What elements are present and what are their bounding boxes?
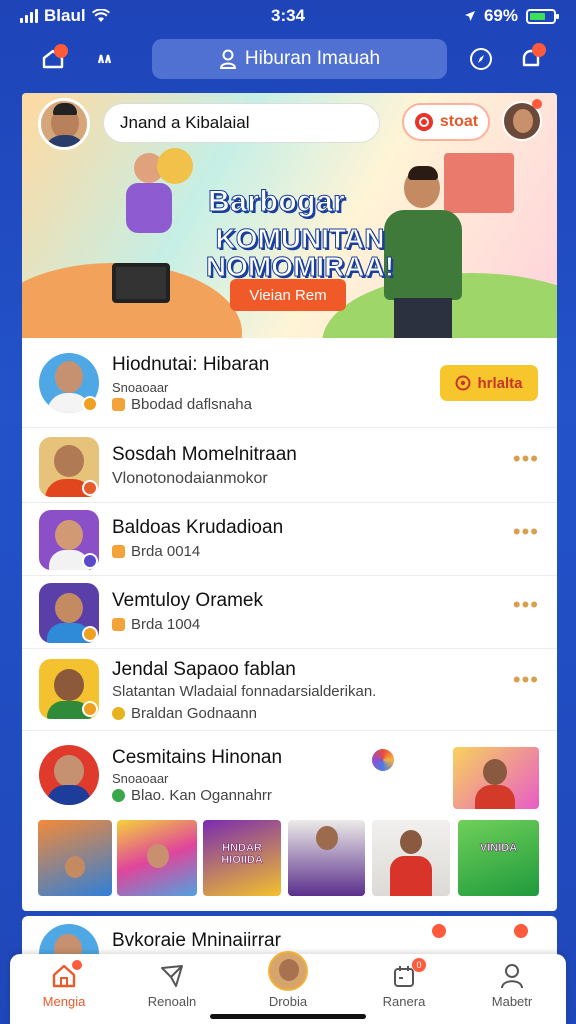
home-indicator[interactable] xyxy=(210,1014,366,1019)
tag-icon xyxy=(112,398,125,411)
item-title: Baldoas Krudadioan xyxy=(112,517,284,538)
item-title: Cesmitains Hinonan xyxy=(112,747,283,768)
list-item[interactable]: Vemtuloy Oramek Brda 1004 ••• xyxy=(22,576,557,649)
follow-button[interactable]: hrlalta xyxy=(440,365,538,401)
media-thumbnail[interactable] xyxy=(117,820,197,896)
notification-badge xyxy=(514,924,528,938)
item-subtitle: Snoaoaar xyxy=(112,380,169,395)
battery-percent: 69% xyxy=(483,6,518,25)
tv-illustration xyxy=(112,263,170,303)
item-subtitle: Slatantan Wladaial fonnadarsialderikan. xyxy=(112,683,377,700)
banner-cta-button[interactable]: Vieian Rem xyxy=(230,279,346,311)
inbox-button[interactable] xyxy=(34,40,72,78)
item-meta: Braldan Godnaann xyxy=(112,705,257,722)
nav-label: Mabetr xyxy=(491,994,533,1009)
nav-label: Mengia xyxy=(42,994,86,1009)
list-item[interactable]: Jendal Sapaoo fablan Slatantan Wladaial … xyxy=(22,649,557,731)
banner-title: Barbogar xyxy=(207,185,346,219)
status-badge-icon xyxy=(82,553,98,569)
feed-card: Jnand a Kibalaial stoat Barbogar KOMUNIT… xyxy=(22,93,557,911)
nav-label: Renoaln xyxy=(147,994,197,1009)
item-meta: Blao. Kan Ogannahrr xyxy=(112,787,272,804)
status-bar: Blaul 3:34 69% xyxy=(0,0,576,32)
nav-label: Ranera xyxy=(382,994,426,1009)
item-subtitle: Snoaoaar xyxy=(112,771,169,786)
search-bar[interactable]: Hiburan Imauah xyxy=(152,39,447,79)
more-icon xyxy=(97,54,112,64)
edit-icon xyxy=(112,545,125,558)
post-composer-input[interactable]: Jnand a Kibalaial xyxy=(103,103,380,143)
list-item[interactable]: Baldoas Krudadioan Brda 0014 ••• xyxy=(22,503,557,576)
banner-subtitle: KOMUNITAN NOMOMIRAA! xyxy=(205,223,395,282)
preview-thumbnail[interactable] xyxy=(453,747,539,809)
item-title: Hiodnutai: Hibaran xyxy=(112,354,270,375)
menu-button[interactable] xyxy=(88,40,126,78)
color-wheel-icon[interactable] xyxy=(372,749,394,771)
online-dot xyxy=(532,99,542,109)
composer-text: Jnand a Kibalaial xyxy=(120,113,250,132)
search-label: Hiburan Imauah xyxy=(244,48,381,69)
nav-events[interactable]: 0 Ranera xyxy=(358,958,450,1016)
compass-button[interactable] xyxy=(462,40,500,78)
emoji-icon xyxy=(112,707,125,720)
item-meta: Brda 0014 xyxy=(112,543,200,560)
profile-avatar[interactable] xyxy=(38,98,90,150)
app-bar: Hiburan Imauah xyxy=(0,36,576,86)
battery-icon xyxy=(526,8,559,24)
media-thumbnail[interactable] xyxy=(372,820,450,896)
status-badge-icon xyxy=(82,701,98,717)
item-title: Sosdah Momelnitraan xyxy=(112,444,297,465)
more-options-icon[interactable]: ••• xyxy=(513,446,539,472)
media-thumbnail[interactable] xyxy=(38,820,112,896)
nav-label: Drobia xyxy=(268,994,308,1009)
hero-banner[interactable]: Jnand a Kibalaial stoat Barbogar KOMUNIT… xyxy=(22,93,557,338)
paper-plane-icon xyxy=(161,965,183,987)
notification-badge: 0 xyxy=(412,958,426,972)
media-thumbnail[interactable]: VINIDA xyxy=(458,820,539,896)
notification-badge xyxy=(432,924,446,938)
avatar xyxy=(39,745,99,805)
start-button[interactable]: stoat xyxy=(402,103,490,141)
profile-avatar-icon xyxy=(268,951,308,991)
media-strip: HNDAR HIOIIDA VINIDA xyxy=(38,820,557,896)
globe-icon xyxy=(112,789,125,802)
notifications-button[interactable] xyxy=(512,40,550,78)
item-meta: Brda 1004 xyxy=(112,616,200,633)
item-title: Vemtuloy Oramek xyxy=(112,590,263,611)
list-item[interactable]: Hiodnutai: Hibaran Snoaoaar Bbodad dafls… xyxy=(22,338,557,428)
play-circle-icon xyxy=(414,113,433,131)
media-thumbnail[interactable]: HNDAR HIOIIDA xyxy=(203,820,281,896)
status-badge-icon xyxy=(82,480,98,496)
nav-profile[interactable]: Drobia xyxy=(242,951,334,1016)
more-options-icon[interactable]: ••• xyxy=(513,519,539,545)
target-icon xyxy=(455,375,471,391)
status-badge-icon xyxy=(82,626,98,642)
nav-explore[interactable]: Renoaln xyxy=(126,960,218,1016)
item-meta: Bbodad daflsnaha xyxy=(112,396,252,413)
start-button-label: stoat xyxy=(439,113,479,130)
user-icon xyxy=(219,49,236,69)
notification-badge xyxy=(54,44,68,58)
notification-badge xyxy=(532,43,546,57)
person-icon xyxy=(501,964,523,989)
compass-icon xyxy=(470,48,492,70)
item-title: Jendal Sapaoo fablan xyxy=(112,659,296,680)
item-subtitle: Vlonotonodaianmokor xyxy=(112,470,268,487)
location-arrow-icon xyxy=(464,11,475,21)
item-title: Bvkoraie Mninaiirrar xyxy=(112,930,281,951)
edit-icon xyxy=(112,618,125,631)
nav-home[interactable]: Mengia xyxy=(18,960,110,1016)
media-thumbnail[interactable] xyxy=(288,820,365,896)
nav-account[interactable]: Mabetr xyxy=(466,960,558,1016)
more-options-icon[interactable]: ••• xyxy=(513,592,539,618)
follow-button-label: hrlalta xyxy=(477,374,523,392)
notification-dot xyxy=(72,960,82,970)
verified-badge-icon xyxy=(82,396,98,412)
more-options-icon[interactable]: ••• xyxy=(513,667,539,693)
list-item[interactable]: Sosdah Momelnitraan Vlonotonodaianmokor … xyxy=(22,428,557,503)
